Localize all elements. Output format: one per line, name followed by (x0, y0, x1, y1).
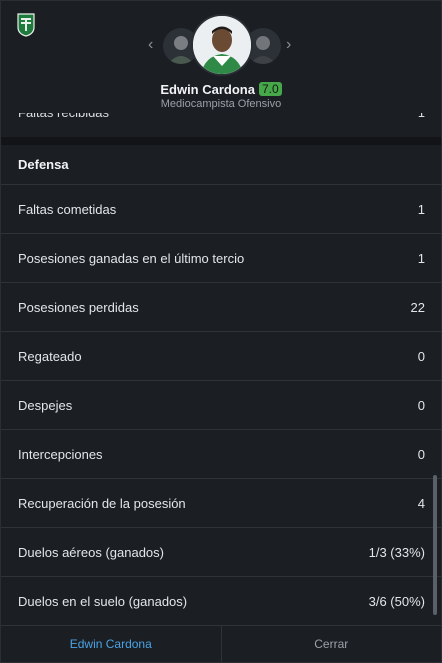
team-crest-icon (17, 13, 35, 37)
stat-row: Faltas cometidas 1 (1, 185, 441, 234)
chevron-left-icon[interactable]: ‹ (148, 37, 153, 53)
player-position: Mediocampista Ofensivo (160, 98, 282, 110)
stat-label: Posesiones perdidas (18, 299, 139, 315)
stat-label: Recuperación de la posesión (18, 495, 186, 511)
player-avatar (191, 14, 253, 76)
section-title: Defensa (1, 145, 441, 185)
stat-row: Despejes 0 (1, 381, 441, 430)
stat-value: 1/3 (33%) (368, 544, 425, 560)
stat-label: Posesiones ganadas en el último tercio (18, 250, 245, 266)
stat-label: Duelos aéreos (ganados) (18, 544, 164, 560)
section-divider (1, 137, 441, 145)
stat-label: Despejes (18, 397, 73, 413)
rating-badge: 7.0 (258, 82, 282, 96)
stat-label: Intercepciones (18, 446, 103, 462)
stat-row: Recuperación de la posesión 4 (1, 479, 441, 528)
stat-value: 0 (417, 446, 425, 462)
stat-value: 4 (417, 495, 425, 511)
stat-label: Regateado (18, 348, 82, 364)
stat-row: Intercepciones 0 (1, 430, 441, 479)
close-button[interactable]: Cerrar (222, 626, 442, 662)
stat-value: 22 (410, 299, 425, 315)
player-name-row: Edwin Cardona 7.0 (1, 82, 441, 97)
stat-label: Duelos en el suelo (ganados) (18, 593, 188, 609)
player-stats-panel: ‹ › Edwin Cardona 7.0 Mediocampista Ofen… (0, 0, 442, 663)
stat-value: 1 (417, 250, 425, 266)
stat-row: Duelos aéreos (ganados) 1/3 (33%) (1, 528, 441, 577)
scrollbar-thumb[interactable] (433, 475, 437, 615)
stat-row: Regateado 0 (1, 332, 441, 381)
stat-value: 0 (417, 348, 425, 364)
player-profile-button[interactable]: Edwin Cardona (1, 626, 222, 662)
chevron-right-icon[interactable]: › (286, 37, 291, 53)
stat-value: 1 (417, 201, 425, 217)
stat-label: Faltas cometidas (18, 201, 117, 217)
stat-row: Duelos en el suelo (ganados) 3/6 (50%) (1, 577, 441, 626)
stat-value: 3/6 (50%) (368, 593, 425, 609)
footer-actions: Edwin Cardona Cerrar (1, 625, 441, 662)
stat-row: Posesiones perdidas 22 (1, 283, 441, 332)
stat-row: Posesiones ganadas en el último tercio 1 (1, 234, 441, 283)
player-header: ‹ › Edwin Cardona 7.0 Mediocampista Ofen… (1, 1, 441, 113)
player-name: Edwin Cardona (160, 82, 255, 97)
stat-value: 0 (417, 397, 425, 413)
defense-stats-list[interactable]: Defensa Faltas cometidas 1 Posesiones ga… (1, 145, 441, 626)
